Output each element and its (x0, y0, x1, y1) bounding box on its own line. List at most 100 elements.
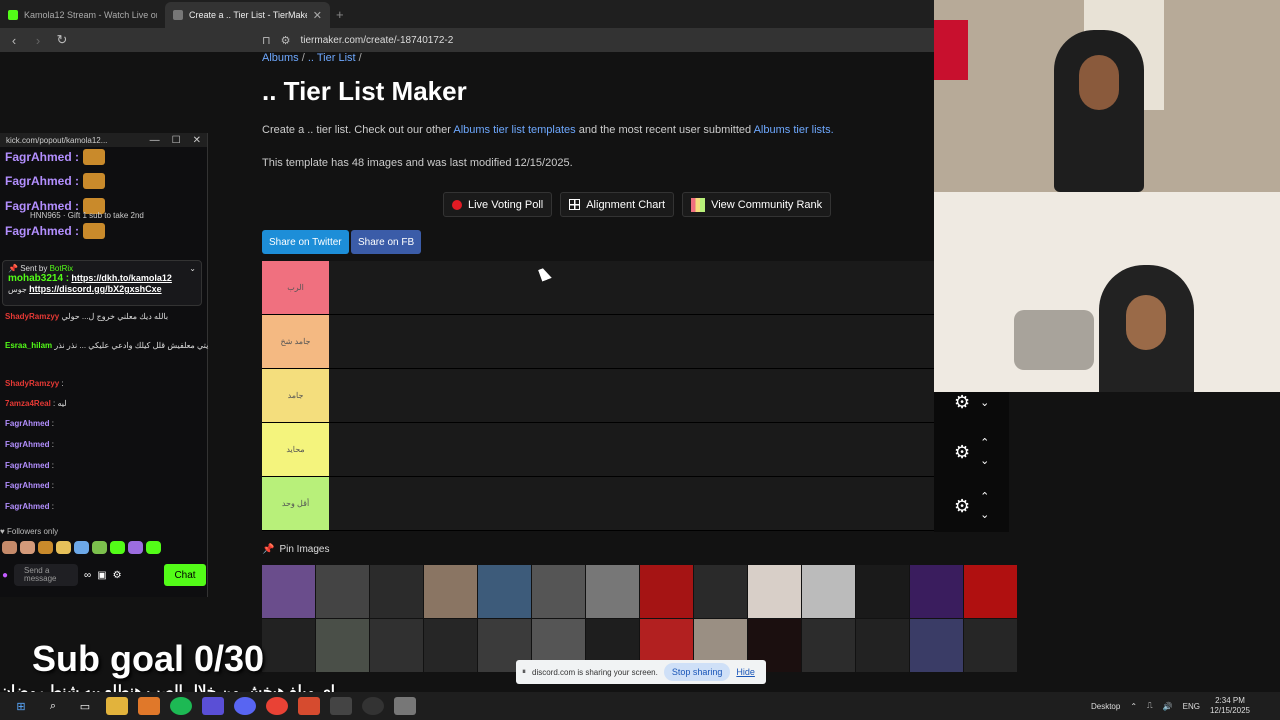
tier-image[interactable] (262, 565, 315, 618)
stop-sharing-button[interactable]: Stop sharing (663, 663, 731, 681)
new-tab-button[interactable]: + (330, 7, 350, 28)
chat-username[interactable]: FagrAhmed (5, 481, 49, 490)
breadcrumb-tierlist[interactable]: Tier List (317, 52, 356, 64)
chat-username[interactable]: 7amza4Real (5, 399, 51, 408)
tier-image[interactable] (856, 565, 909, 618)
chevron-down-icon[interactable]: ⌄ (980, 394, 989, 412)
breadcrumb-dotdot[interactable]: .. (308, 52, 314, 64)
tier-label[interactable]: جامد شخ (262, 315, 329, 368)
desktop-label[interactable]: Desktop (1091, 702, 1120, 711)
pinned-link[interactable]: https://dkh.to/kamola12 (71, 273, 172, 283)
chat-username[interactable]: FagrAhmed (5, 461, 49, 470)
chevron-down-icon[interactable]: ⌄ (980, 506, 989, 524)
emote-icon[interactable] (146, 541, 161, 554)
tier-image[interactable] (424, 565, 477, 618)
chat-username[interactable]: Esraa_hilam (5, 341, 52, 350)
tier-image[interactable] (316, 619, 369, 672)
bookmark-icon[interactable]: ⊓ (262, 34, 271, 47)
chat-username[interactable]: FagrAhmed (5, 419, 49, 428)
tier-image[interactable] (316, 565, 369, 618)
tier-image[interactable] (910, 565, 963, 618)
network-icon[interactable]: ⎍ (1147, 701, 1153, 711)
close-tab-icon[interactable]: ✕ (313, 9, 322, 22)
file-explorer-icon[interactable] (106, 697, 128, 715)
spotify-icon[interactable] (170, 697, 192, 715)
tier-image[interactable] (424, 619, 477, 672)
tier-row[interactable]: جامد شخ (262, 315, 934, 369)
minimize-icon[interactable]: — (150, 135, 160, 146)
gift-icon[interactable]: ▣ (97, 570, 106, 581)
alignment-chart-button[interactable]: Alignment Chart (560, 192, 675, 217)
settings-icon[interactable]: ⚙ (113, 570, 122, 581)
site-info-icon[interactable]: ⚙ (281, 34, 291, 47)
tier-image[interactable] (964, 619, 1017, 672)
reload-icon[interactable]: ↻ (52, 32, 72, 48)
language-indicator[interactable]: ENG (1183, 702, 1200, 711)
tier-label[interactable]: جامد (262, 369, 329, 422)
maximize-icon[interactable]: ☐ (172, 135, 181, 146)
share-fb-button[interactable]: Share on FB (351, 230, 422, 254)
chat-username[interactable]: ShadyRamzyy (5, 379, 59, 388)
forward-icon[interactable]: › (28, 33, 48, 48)
tier-image[interactable] (586, 565, 639, 618)
chevron-down-icon[interactable]: ⌄ (980, 452, 989, 470)
emote-icon[interactable] (92, 541, 107, 554)
pin-images[interactable]: 📌 Pin Images (262, 544, 329, 555)
close-icon[interactable]: ✕ (193, 135, 201, 146)
address-bar[interactable]: ⊓ ⚙ tiermaker.com/create/-18740172-2 (262, 34, 453, 47)
app-icon[interactable] (202, 697, 224, 715)
chat-username[interactable]: FagrAhmed : (5, 174, 79, 188)
tier-image[interactable] (802, 565, 855, 618)
templates-link[interactable]: Albums tier list templates (453, 124, 575, 136)
emote-menu-icon[interactable]: ∞ (84, 570, 91, 581)
tier-row[interactable]: محايد (262, 423, 934, 477)
tier-row[interactable]: جامد (262, 369, 934, 423)
tier-image[interactable] (910, 619, 963, 672)
tab-tiermaker[interactable]: Create a .. Tier List - TierMaker ✕ (165, 2, 330, 28)
obs-icon[interactable] (362, 697, 384, 715)
emote-icon[interactable] (2, 541, 17, 554)
tier-row[interactable]: أقل وحد (262, 477, 934, 531)
chat-username[interactable]: FagrAhmed : (5, 224, 79, 238)
emote-icon[interactable] (20, 541, 35, 554)
back-icon[interactable]: ‹ (4, 33, 24, 48)
community-rank-button[interactable]: View Community Rank (682, 192, 832, 217)
mic-icon[interactable]: ● (2, 570, 8, 581)
tierlists-link[interactable]: Albums tier lists. (754, 124, 834, 136)
live-voting-button[interactable]: Live Voting Poll (443, 192, 553, 217)
chevron-up-icon[interactable]: ⌃ (980, 434, 989, 452)
app-icon[interactable] (394, 697, 416, 715)
settings-gear-icon[interactable]: ⚙ (954, 496, 970, 517)
breadcrumb-albums[interactable]: Albums (262, 52, 299, 64)
settings-gear-icon[interactable]: ⚙ (954, 392, 970, 413)
tier-image[interactable] (478, 565, 531, 618)
emote-icon[interactable] (56, 541, 71, 554)
app-icon[interactable] (330, 697, 352, 715)
chat-send-button[interactable]: Chat (164, 564, 206, 586)
tier-label[interactable]: الرب (262, 261, 329, 314)
chrome-icon[interactable] (266, 697, 288, 715)
tier-image[interactable] (802, 619, 855, 672)
tier-label[interactable]: محايد (262, 423, 329, 476)
emote-icon[interactable] (110, 541, 125, 554)
chevron-down-icon[interactable]: ⌄ (189, 264, 196, 273)
chat-username[interactable]: FagrAhmed (5, 502, 49, 511)
tier-image[interactable] (262, 619, 315, 672)
emote-icon[interactable] (128, 541, 143, 554)
tab-kick-stream[interactable]: Kamola12 Stream - Watch Live on Ki (0, 2, 165, 28)
tier-image[interactable] (694, 565, 747, 618)
tier-image[interactable] (748, 565, 801, 618)
app-icon[interactable] (138, 697, 160, 715)
gift-banner[interactable]: HNN965 · Gift 1 sub to take 2nd (30, 211, 144, 220)
tier-image[interactable] (370, 565, 423, 618)
chat-username[interactable]: FagrAhmed (5, 440, 49, 449)
volume-icon[interactable]: 🔊 (1163, 702, 1173, 711)
windows-start-icon[interactable]: ⊞ (10, 697, 32, 715)
chat-input[interactable]: Send a message (14, 564, 79, 586)
chevron-up-icon[interactable]: ⌃ (980, 488, 989, 506)
emote-icon[interactable] (38, 541, 53, 554)
emote-icon[interactable] (74, 541, 89, 554)
tier-row[interactable]: الرب (262, 261, 934, 315)
chevron-up-icon[interactable]: ⌃ (1130, 702, 1137, 711)
tier-image[interactable] (964, 565, 1017, 618)
